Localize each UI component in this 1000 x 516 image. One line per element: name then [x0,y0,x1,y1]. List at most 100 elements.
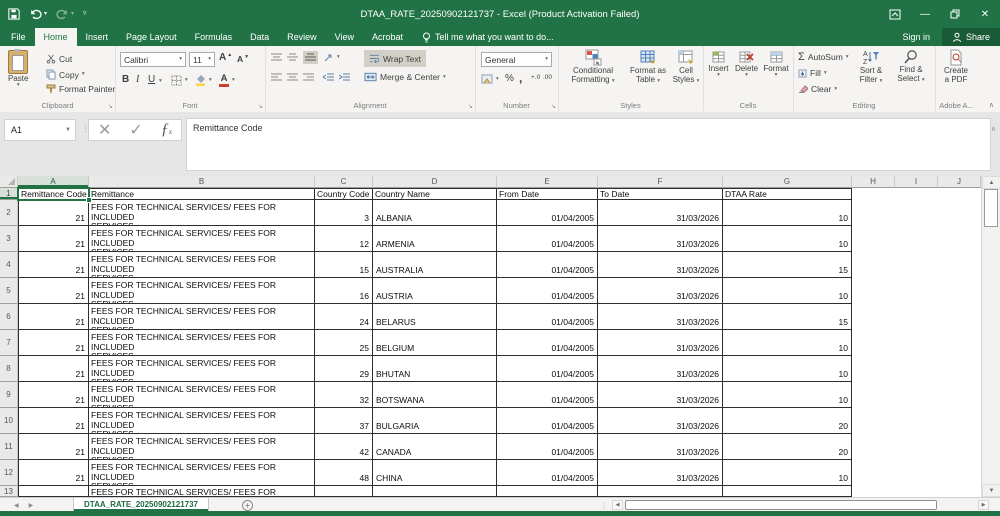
cell-F6[interactable]: 31/03/2026 [598,304,723,330]
cell[interactable] [895,330,938,356]
cell-B7[interactable]: FEES FOR TECHNICAL SERVICES/ FEES FOR IN… [89,330,315,356]
cell-D5[interactable]: AUSTRIA [373,278,497,304]
cancel-icon[interactable]: ✕ [98,120,111,140]
ribbon-display-options-icon[interactable] [880,0,910,28]
formula-input[interactable]: Remittance Code [186,118,991,171]
cell-F9[interactable]: 31/03/2026 [598,382,723,408]
cell-E12[interactable]: 01/04/2005 [497,460,598,486]
cell-D1[interactable]: Country Name [373,188,497,200]
cell-F5[interactable]: 31/03/2026 [598,278,723,304]
tab-view[interactable]: View [326,28,363,46]
cell[interactable] [938,252,981,278]
cell-A13[interactable] [18,486,89,497]
cell-E5[interactable]: 01/04/2005 [497,278,598,304]
column-header-B[interactable]: B [89,176,315,188]
new-sheet-icon[interactable]: + [242,500,253,511]
cell-C4[interactable]: 15 [315,252,373,278]
row-header-8[interactable]: 8 [0,356,18,382]
cell-E10[interactable]: 01/04/2005 [497,408,598,434]
cell[interactable] [852,278,895,304]
format-as-table-button[interactable]: Format as Table ▾ [628,49,668,84]
cell-F13[interactable] [598,486,723,497]
format-painter-button[interactable]: Format Painter [46,84,115,94]
cell-B3[interactable]: FEES FOR TECHNICAL SERVICES/ FEES FOR IN… [89,226,315,252]
cell-F3[interactable]: 31/03/2026 [598,226,723,252]
column-header-G[interactable]: G [723,176,852,188]
cell-C7[interactable]: 25 [315,330,373,356]
bold-button[interactable]: B [122,74,129,85]
cell[interactable] [895,356,938,382]
cell[interactable] [938,356,981,382]
align-center-icon[interactable] [287,73,298,82]
sheet-nav-left-icon[interactable]: ◀ [14,502,19,509]
orientation-icon[interactable]: ▾ [323,52,340,63]
autosum-button[interactable]: Σ AutoSum▾ [798,52,849,62]
cell-D11[interactable]: CANADA [373,434,497,460]
cell[interactable] [895,200,938,226]
cell-D7[interactable]: BELGIUM [373,330,497,356]
row-header-2[interactable]: 2 [0,200,18,226]
cell-G12[interactable]: 10 [723,460,852,486]
cell-A7[interactable]: 21 [18,330,89,356]
cell-G13[interactable] [723,486,852,497]
cell-E11[interactable]: 01/04/2005 [497,434,598,460]
format-cells-button[interactable]: Format▾ [761,50,791,78]
cell-F2[interactable]: 31/03/2026 [598,200,723,226]
cell-E4[interactable]: 01/04/2005 [497,252,598,278]
vertical-scrollbar-thumb[interactable] [984,189,998,227]
decrease-indent-icon[interactable] [323,73,334,82]
cell-F7[interactable]: 31/03/2026 [598,330,723,356]
tab-page-layout[interactable]: Page Layout [117,28,186,46]
cell-B11[interactable]: FEES FOR TECHNICAL SERVICES/ FEES FOR IN… [89,434,315,460]
cell-D9[interactable]: BOTSWANA [373,382,497,408]
accounting-format-icon[interactable]: ▾ [481,74,499,85]
horizontal-scrollbar-thumb[interactable] [625,500,937,510]
cell-A10[interactable]: 21 [18,408,89,434]
increase-indent-icon[interactable] [339,73,350,82]
cell-F12[interactable]: 31/03/2026 [598,460,723,486]
cell-C11[interactable]: 42 [315,434,373,460]
cell-C2[interactable]: 3 [315,200,373,226]
cell-styles-button[interactable]: Cell Styles ▾ [670,49,702,84]
row-header-3[interactable]: 3 [0,226,18,252]
cell-D3[interactable]: ARMENIA [373,226,497,252]
tab-insert[interactable]: Insert [77,28,118,46]
cell-C9[interactable]: 32 [315,382,373,408]
cell[interactable] [938,226,981,252]
cell[interactable] [852,252,895,278]
cell[interactable] [938,408,981,434]
cell-G3[interactable]: 10 [723,226,852,252]
cell-B5[interactable]: FEES FOR TECHNICAL SERVICES/ FEES FOR IN… [89,278,315,304]
delete-cells-button[interactable]: Delete▾ [733,50,760,78]
percent-style-icon[interactable]: % [505,73,514,84]
decrease-font-icon[interactable]: A▼ [237,54,249,64]
cell-C12[interactable]: 48 [315,460,373,486]
cell-C1[interactable]: Country Code [315,188,373,200]
cell-A4[interactable]: 21 [18,252,89,278]
cell-G2[interactable]: 10 [723,200,852,226]
borders-icon[interactable]: ▾ [171,75,188,86]
cell[interactable] [852,434,895,460]
row-header-6[interactable]: 6 [0,304,18,330]
cell[interactable] [938,304,981,330]
cell[interactable] [895,252,938,278]
enter-icon[interactable]: ✓ [129,120,142,140]
scroll-down-icon[interactable]: ▼ [982,484,1000,497]
column-header-I[interactable]: I [895,176,938,188]
cell-A12[interactable]: 21 [18,460,89,486]
cell-D6[interactable]: BELARUS [373,304,497,330]
select-all-corner[interactable] [0,176,18,188]
column-header-F[interactable]: F [598,176,723,188]
close-button[interactable]: ✕ [970,0,1000,28]
cell-D13[interactable] [373,486,497,497]
cell[interactable] [938,434,981,460]
cell-A8[interactable]: 21 [18,356,89,382]
tab-data[interactable]: Data [241,28,278,46]
name-box[interactable]: A1 ▼ [4,119,76,141]
italic-button[interactable]: I [136,74,139,85]
cell-G4[interactable]: 15 [723,252,852,278]
hscroll-left-icon[interactable]: ◀ [612,500,623,510]
row-header-11[interactable]: 11 [0,434,18,460]
sheet-tab[interactable]: DTAA_RATE_20250902121737 [73,498,209,511]
cell-B10[interactable]: FEES FOR TECHNICAL SERVICES/ FEES FOR IN… [89,408,315,434]
